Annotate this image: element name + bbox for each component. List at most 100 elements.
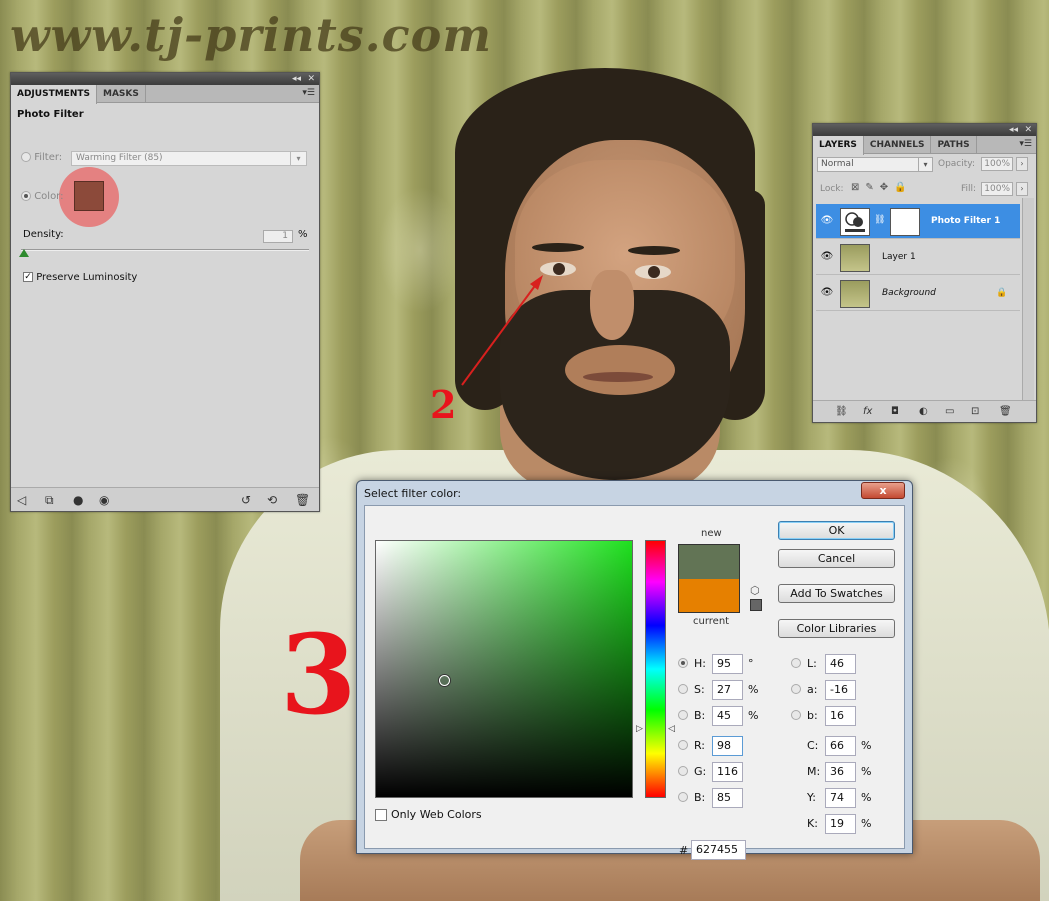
yellow-field[interactable]: Y: 74 % [791, 788, 891, 809]
layer-visibility-icon[interactable]: ● [73, 493, 83, 507]
collapse-icon[interactable]: ◂◂ [1009, 124, 1018, 136]
eye-icon[interactable]: 👁 [820, 251, 834, 263]
green-field[interactable]: G: 116 [678, 762, 778, 783]
saturation-field[interactable]: S: 27 % [678, 680, 778, 701]
tab-paths[interactable]: PATHS [931, 136, 977, 153]
tab-masks[interactable]: MASKS [97, 85, 146, 102]
lab-a-input[interactable]: -16 [825, 680, 856, 700]
magenta-input[interactable]: 36 [825, 762, 856, 782]
collapse-icon[interactable]: ◂◂ [292, 73, 301, 85]
lock-icons[interactable]: ⊠✎✥🔒 [851, 182, 913, 193]
tab-channels[interactable]: CHANNELS [864, 136, 932, 153]
trash-icon[interactable]: 🗑 [295, 493, 310, 507]
add-to-swatches-button[interactable]: Add To Swatches [778, 584, 895, 603]
filter-select[interactable]: Warming Filter (85) ▾ [71, 151, 307, 166]
color-option[interactable]: Color: [21, 191, 64, 202]
add-mask-icon[interactable]: ◘ [891, 406, 899, 417]
panel-titlebar[interactable]: ◂◂ ✕ [11, 73, 319, 85]
lab-l-field[interactable]: L: 46 [791, 654, 891, 675]
hue-field[interactable]: H: 95 ° [678, 654, 778, 675]
filter-option[interactable]: Filter: [21, 152, 62, 163]
saturation-input[interactable]: 27 [712, 680, 743, 700]
tab-adjustments[interactable]: ADJUSTMENTS [11, 85, 97, 104]
red-radio[interactable] [678, 740, 688, 750]
gamut-swatch[interactable] [750, 599, 762, 611]
only-web-colors-checkbox[interactable] [375, 809, 387, 821]
panel-titlebar[interactable]: ◂◂ ✕ [813, 124, 1036, 136]
black-field[interactable]: K: 19 % [791, 814, 891, 835]
lab-a-radio[interactable] [791, 684, 801, 694]
color-libraries-button[interactable]: Color Libraries [778, 619, 895, 638]
blue-field[interactable]: B: 85 [678, 788, 778, 809]
lab-l-radio[interactable] [791, 658, 801, 668]
current-color-swatch[interactable] [678, 579, 740, 613]
new-group-icon[interactable]: ▭ [945, 406, 954, 417]
eye-icon[interactable]: 👁 [820, 287, 834, 299]
hue-slider[interactable] [645, 540, 666, 798]
lab-l-input[interactable]: 46 [825, 654, 856, 674]
back-arrow-icon[interactable]: ◁ [17, 493, 26, 507]
red-field[interactable]: R: 98 [678, 736, 778, 757]
layers-scrollbar[interactable] [1022, 198, 1034, 404]
brightness-input[interactable]: 45 [712, 706, 743, 726]
preserve-luminosity-checkbox[interactable]: ✓ [23, 272, 33, 282]
fx-icon[interactable]: fx [863, 406, 872, 417]
fill-input[interactable]: 100% [981, 182, 1013, 196]
new-adjustment-icon[interactable]: ◐ [919, 406, 928, 417]
lab-a-field[interactable]: a: -16 [791, 680, 891, 701]
link-icon[interactable]: ⛓ [874, 215, 885, 225]
green-radio[interactable] [678, 766, 688, 776]
ok-button[interactable]: OK [778, 521, 895, 540]
reset-icon[interactable]: ⟲ [267, 493, 277, 507]
green-input[interactable]: 116 [712, 762, 743, 782]
red-input[interactable]: 98 [712, 736, 743, 756]
clip-to-layer-icon[interactable]: ⧉ [45, 493, 54, 508]
cyan-field[interactable]: C: 66 % [791, 736, 891, 757]
blend-mode-select[interactable]: Normal ▾ [817, 157, 933, 172]
opacity-input[interactable]: 100% [981, 157, 1013, 171]
brightness-radio[interactable] [678, 710, 688, 720]
tab-layers[interactable]: LAYERS [813, 136, 864, 155]
cyan-input[interactable]: 66 [825, 736, 856, 756]
hue-input[interactable]: 95 [712, 654, 743, 674]
preserve-luminosity[interactable]: ✓ Preserve Luminosity [23, 272, 137, 283]
cancel-button[interactable]: Cancel [778, 549, 895, 568]
hue-slider-left-arrow-icon[interactable]: ▷ [636, 724, 643, 734]
blue-input[interactable]: 85 [712, 788, 743, 808]
color-radio[interactable] [21, 191, 31, 201]
color-field[interactable] [375, 540, 633, 798]
link-layers-icon[interactable]: ⛓ [835, 406, 848, 417]
close-icon[interactable]: ✕ [1024, 124, 1032, 136]
color-picker-circle[interactable] [439, 675, 450, 686]
layer-row-photo-filter[interactable]: 👁 ⛓ Photo Filter 1 [816, 204, 1020, 239]
yellow-input[interactable]: 74 [825, 788, 856, 808]
only-web-colors[interactable]: Only Web Colors [375, 808, 482, 821]
panel-menu-icon[interactable]: ▾☰ [302, 88, 315, 98]
panel-menu-icon[interactable]: ▾☰ [1019, 139, 1032, 149]
density-slider-thumb[interactable] [18, 249, 29, 257]
density-input[interactable]: 1 [263, 230, 293, 243]
lab-b-input[interactable]: 16 [825, 706, 856, 726]
blue-radio[interactable] [678, 792, 688, 802]
eye-icon[interactable]: 👁 [820, 215, 834, 227]
saturation-radio[interactable] [678, 684, 688, 694]
black-input[interactable]: 19 [825, 814, 856, 834]
close-icon[interactable]: ✕ [307, 73, 315, 85]
hue-slider-right-arrow-icon[interactable]: ◁ [668, 724, 675, 734]
layer-row-background[interactable]: 👁 Background 🔒 [816, 276, 1020, 311]
density-slider[interactable] [21, 249, 309, 251]
color-swatch[interactable] [74, 181, 104, 211]
lab-b-field[interactable]: b: 16 [791, 706, 891, 727]
brightness-field[interactable]: B: 45 % [678, 706, 778, 727]
fill-arrow-icon[interactable]: › [1016, 182, 1028, 196]
hue-radio[interactable] [678, 658, 688, 668]
magenta-field[interactable]: M: 36 % [791, 762, 891, 783]
layer-row-layer-1[interactable]: 👁 Layer 1 [816, 240, 1020, 275]
filter-radio[interactable] [21, 152, 31, 162]
trash-icon[interactable]: 🗑 [999, 406, 1012, 417]
gamut-warning-cube-icon[interactable]: ⬡ [750, 584, 760, 597]
hex-input[interactable]: 627455 [691, 840, 746, 860]
lab-b-radio[interactable] [791, 710, 801, 720]
eye-icon[interactable]: ◉ [99, 493, 109, 507]
view-previous-icon[interactable]: ↺ [241, 493, 251, 507]
